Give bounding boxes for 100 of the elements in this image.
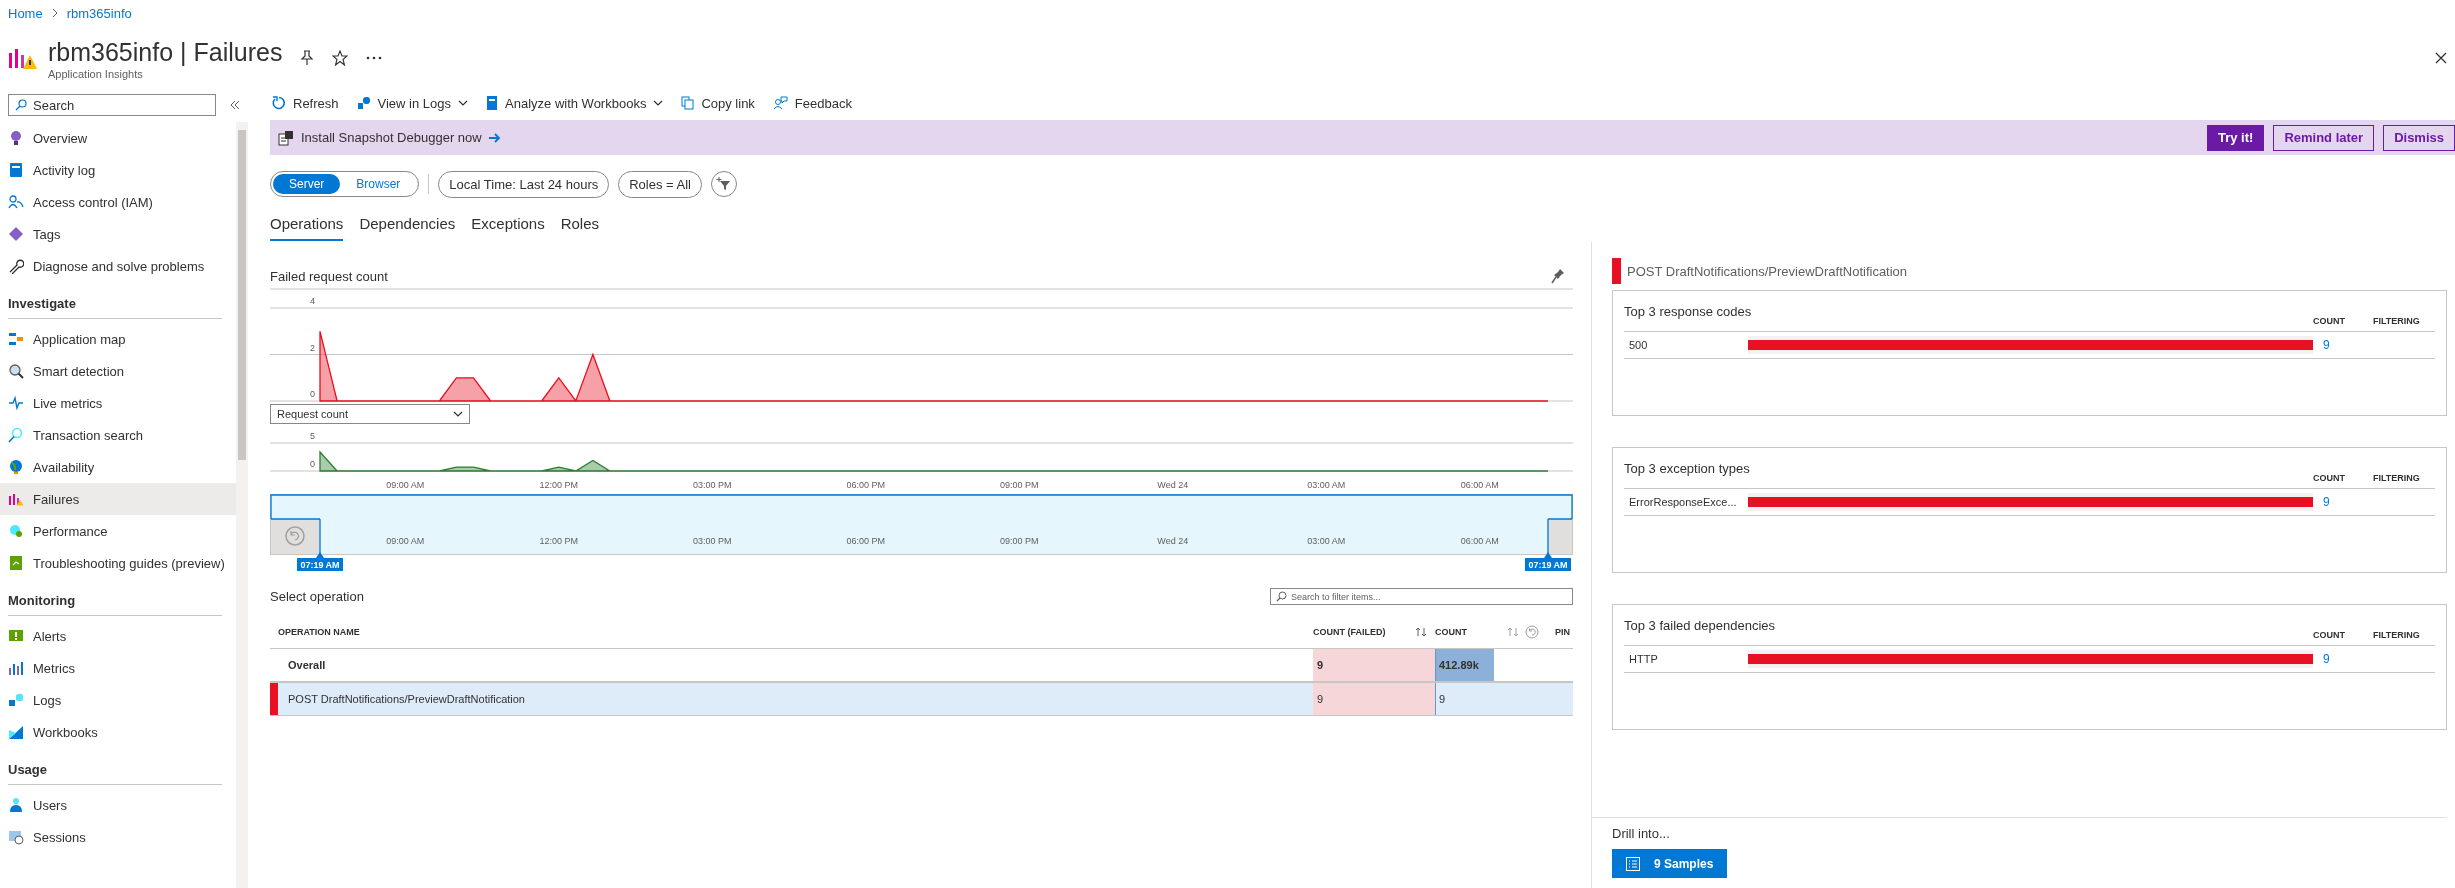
area-chart-icon <box>8 724 24 740</box>
column-header[interactable]: PIN <box>1545 627 1570 637</box>
column-header: FILTERING <box>2373 473 2421 485</box>
add-filter-button[interactable] <box>711 171 737 197</box>
filter-pill[interactable]: Local Time: Last 24 hours <box>438 170 610 198</box>
axis-label: 12:00 PM <box>539 480 579 490</box>
wrench-icon <box>8 258 24 274</box>
samples-button[interactable]: 9 Samples <box>1612 849 1728 878</box>
nav-item[interactable]: Live metrics <box>0 387 236 419</box>
toolbar-button[interactable]: Analyze with Workbooks <box>484 95 666 111</box>
toolbar-button[interactable]: Feedback <box>770 95 854 111</box>
document-icon <box>8 555 24 571</box>
nav-item[interactable]: Users <box>0 789 236 821</box>
bar-chart-icon <box>8 660 24 676</box>
user-icon <box>8 797 24 813</box>
list-icon <box>1626 856 1640 871</box>
toolbar-button[interactable]: View in Logs <box>354 95 470 111</box>
axis-label: 06:00 AM <box>1460 536 1499 546</box>
nav-item[interactable]: Application map <box>0 323 236 355</box>
section-heading: Investigate <box>8 282 222 319</box>
nav-item[interactable]: Tags <box>0 218 236 250</box>
scrollbar[interactable] <box>236 122 248 888</box>
people-icon <box>8 194 24 210</box>
axis-label: 03:00 AM <box>1307 536 1346 546</box>
axis-label: 06:00 AM <box>1460 480 1499 490</box>
banner-link[interactable]: Install Snapshot Debugger now <box>301 130 482 145</box>
nav-item[interactable]: Diagnose and solve problems <box>0 250 236 282</box>
filter-pill[interactable]: Roles = All <box>618 170 702 198</box>
tab[interactable]: Dependencies <box>359 213 456 241</box>
drill-label: Drill into... <box>1612 826 1671 841</box>
axis-label: 03:00 AM <box>1307 480 1346 490</box>
nav-item[interactable]: Availability <box>0 451 236 483</box>
metric-dropdown[interactable]: Request count <box>270 404 470 424</box>
more-icon[interactable] <box>366 56 383 60</box>
section-heading: Usage <box>8 748 222 785</box>
nav-item[interactable]: Performance <box>0 515 236 547</box>
nav-item[interactable]: Overview <box>0 122 236 154</box>
column-header[interactable]: COUNT <box>1435 627 1493 637</box>
toolbar-button[interactable]: Refresh <box>270 95 341 111</box>
operation-color-marker <box>1612 258 1621 284</box>
filter-field[interactable]: Search to filter items... <box>1270 588 1573 605</box>
count-link[interactable]: 9 <box>2313 338 2373 352</box>
nav-item[interactable]: Metrics <box>0 652 236 684</box>
pulse-icon <box>8 395 24 411</box>
tag-icon <box>8 226 24 242</box>
refresh-icon <box>272 96 286 110</box>
nav-item[interactable]: Workbooks <box>0 716 236 748</box>
column-header: FILTERING <box>2373 316 2421 328</box>
close-icon[interactable] <box>2435 52 2447 64</box>
nav-item[interactable]: Access control (IAM) <box>0 186 236 218</box>
count-link[interactable]: 9 <box>2313 495 2373 509</box>
count-link[interactable]: 9 <box>2313 652 2373 666</box>
axis-label: Wed 24 <box>1157 536 1189 546</box>
scope-option[interactable]: Browser <box>340 174 417 194</box>
nav-item[interactable]: Transaction search <box>0 419 236 451</box>
page-title: rbm365info | Failures <box>48 36 283 67</box>
feedback-icon <box>772 96 788 110</box>
axis-label: 03:00 PM <box>693 536 732 546</box>
search-field[interactable]: Search <box>8 94 216 116</box>
breadcrumb-link[interactable]: Home <box>8 5 43 21</box>
search-icon <box>1276 590 1287 602</box>
column-header[interactable]: OPERATION NAME <box>278 627 1313 637</box>
magnifier-icon <box>8 363 24 379</box>
tab[interactable]: Operations <box>270 213 344 241</box>
toolbar-button[interactable]: Copy link <box>679 95 757 111</box>
star-icon[interactable] <box>332 50 349 66</box>
nav-item[interactable]: Smart detection <box>0 355 236 387</box>
banner-button[interactable]: Remind later <box>2273 124 2375 151</box>
banner-button[interactable]: Try it! <box>2206 124 2265 151</box>
chevron-down-icon <box>653 100 664 106</box>
axis-label: 06:00 PM <box>846 536 886 546</box>
operation-row[interactable]: POST DraftNotifications/PreviewDraftNotification 9 9 <box>270 683 1573 716</box>
banner-button[interactable]: Dismiss <box>2383 124 2455 151</box>
pin-icon[interactable] <box>300 50 315 66</box>
globe-icon <box>8 523 24 539</box>
card-title: Top 3 exception types <box>1624 460 1751 476</box>
breadcrumb-link[interactable]: rbm365info <box>66 5 132 21</box>
column-header[interactable]: COUNT (FAILED) <box>1313 627 1407 637</box>
axis-label: 0 <box>310 389 315 399</box>
nav-item[interactable]: Activity log <box>0 154 236 186</box>
scope-option[interactable]: Server <box>273 174 341 194</box>
sort-icon[interactable] <box>1415 627 1427 637</box>
nav-item[interactable]: Alerts <box>0 620 236 652</box>
map-icon <box>8 331 24 347</box>
bar-chart-icon <box>8 491 24 507</box>
bulb-icon <box>8 130 24 146</box>
pin-icon[interactable] <box>1551 268 1565 284</box>
tab[interactable]: Exceptions <box>471 213 545 241</box>
collapse-icon[interactable] <box>230 100 240 110</box>
row-marker <box>270 683 278 715</box>
nav-item[interactable]: Sessions <box>0 821 236 853</box>
tab[interactable]: Roles <box>560 213 599 241</box>
card-title: Top 3 response codes <box>1624 303 1753 319</box>
nav-item[interactable]: Troubleshooting guides (preview) <box>0 547 236 579</box>
nav-item[interactable]: Logs <box>0 684 236 716</box>
axis-label: 09:00 AM <box>386 480 425 490</box>
nav-item[interactable]: Failures <box>0 483 236 515</box>
book-icon <box>8 162 24 178</box>
table-cell: 9 <box>1435 683 1493 715</box>
column-header: COUNT <box>2313 316 2346 328</box>
